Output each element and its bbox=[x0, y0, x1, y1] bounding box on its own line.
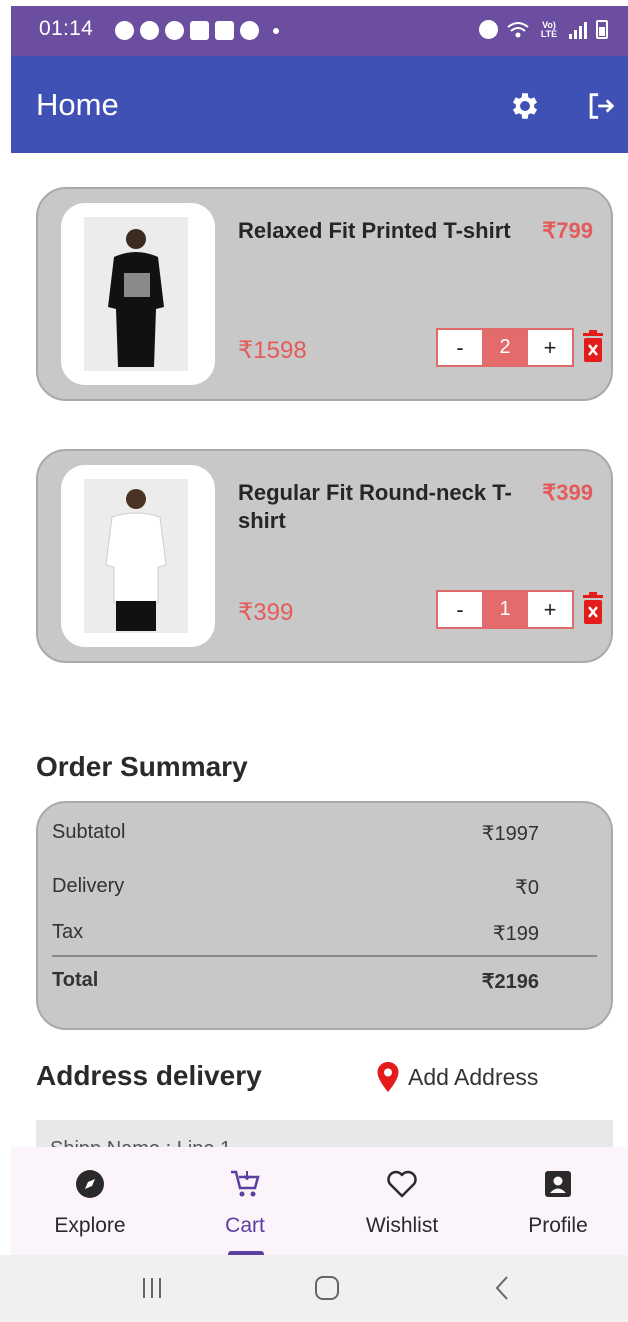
product-unit-price: ₹399 bbox=[542, 480, 593, 505]
signal-icon bbox=[569, 21, 587, 39]
home-button[interactable] bbox=[312, 1273, 342, 1303]
settings-button[interactable] bbox=[508, 89, 542, 123]
nav-label: Wishlist bbox=[365, 1214, 439, 1237]
add-address-label: Add Address bbox=[408, 1063, 539, 1090]
summary-total-row: Total ₹2196 bbox=[52, 969, 539, 994]
battery-icon bbox=[596, 20, 608, 39]
calculator-icon bbox=[215, 21, 234, 40]
messenger-icon bbox=[165, 21, 184, 40]
product-image[interactable] bbox=[61, 203, 215, 385]
nav-profile[interactable]: Profile bbox=[481, 1147, 628, 1255]
total-value: ₹2196 bbox=[481, 971, 539, 993]
location-pin-icon bbox=[377, 1062, 399, 1092]
nav-label: Cart bbox=[225, 1214, 265, 1237]
quantity-value: 1 bbox=[482, 592, 528, 627]
system-status-icons: Vo) LTE bbox=[479, 20, 608, 39]
u-app-icon bbox=[190, 21, 209, 40]
total-label: Total bbox=[52, 969, 99, 991]
lte-label: Vo) LTE bbox=[540, 19, 558, 39]
delete-button[interactable] bbox=[581, 591, 605, 627]
compass-icon bbox=[74, 1168, 106, 1200]
add-address-button[interactable]: Add Address bbox=[376, 1060, 538, 1094]
address-delivery-title: Address delivery bbox=[36, 1060, 262, 1091]
bottom-navigation: Explore Cart Wishlist Profile bbox=[11, 1147, 628, 1255]
product-unit-price: ₹799 bbox=[542, 218, 593, 243]
nav-explore[interactable]: Explore bbox=[13, 1147, 167, 1255]
page-title: Home bbox=[36, 87, 119, 122]
order-summary-title: Order Summary bbox=[36, 751, 248, 782]
cart-item: Regular Fit Round-neck T-shirt ₹399 ₹399… bbox=[36, 449, 613, 663]
product-name: Regular Fit Round-neck T-shirt bbox=[238, 480, 512, 533]
cart-item: Relaxed Fit Printed T-shirt ₹799 ₹1598 -… bbox=[36, 187, 613, 401]
recent-apps-icon bbox=[143, 1278, 161, 1298]
nav-wishlist[interactable]: Wishlist bbox=[325, 1147, 479, 1255]
whatsapp-icon bbox=[115, 21, 134, 40]
nav-label: Explore bbox=[54, 1214, 126, 1237]
summary-label: Delivery bbox=[52, 875, 125, 897]
settings-icon bbox=[512, 93, 538, 119]
summary-label: Subtatol bbox=[52, 821, 126, 843]
decrement-button[interactable]: - bbox=[438, 592, 482, 627]
cart-icon bbox=[229, 1168, 261, 1200]
increment-button[interactable]: + bbox=[528, 330, 572, 365]
back-button[interactable] bbox=[490, 1273, 514, 1303]
wifi-icon bbox=[507, 21, 529, 37]
notification-icons bbox=[115, 21, 279, 40]
alarm-icon bbox=[479, 20, 498, 39]
summary-value: ₹1997 bbox=[481, 823, 539, 845]
app-bar: Home bbox=[11, 56, 628, 153]
decrement-button[interactable]: - bbox=[438, 330, 482, 365]
logout-icon bbox=[589, 93, 615, 119]
summary-row: Tax ₹199 bbox=[52, 921, 539, 946]
nav-cart[interactable]: Cart bbox=[168, 1147, 322, 1255]
quantity-stepper: - 2 + bbox=[436, 328, 574, 367]
tiktok-icon bbox=[240, 21, 259, 40]
trash-icon bbox=[583, 330, 603, 362]
app-screen: 01:14 Vo) LTE Home Relaxed Fit Printed T… bbox=[0, 0, 628, 1322]
back-icon bbox=[495, 1276, 508, 1300]
quantity-value: 2 bbox=[482, 330, 528, 365]
order-summary-card: Subtatol ₹1997 Delivery ₹0 Tax ₹199 Tota… bbox=[36, 801, 613, 1030]
summary-row: Subtatol ₹1997 bbox=[52, 821, 539, 846]
summary-value: ₹0 bbox=[515, 877, 539, 899]
product-photo bbox=[84, 479, 188, 633]
logout-button[interactable] bbox=[584, 89, 618, 123]
system-navigation-bar bbox=[0, 1255, 628, 1322]
product-name: Relaxed Fit Printed T-shirt bbox=[238, 218, 511, 243]
summary-divider bbox=[52, 955, 597, 957]
home-icon bbox=[315, 1276, 339, 1300]
heart-icon bbox=[386, 1168, 418, 1200]
more-notifications-icon bbox=[273, 27, 279, 34]
tshirt-black-illustration bbox=[108, 229, 164, 367]
summary-row: Delivery ₹0 bbox=[52, 875, 539, 900]
game-icon bbox=[140, 21, 159, 40]
nav-label: Profile bbox=[528, 1214, 588, 1237]
increment-button[interactable]: + bbox=[528, 592, 572, 627]
profile-icon bbox=[542, 1168, 574, 1200]
delete-button[interactable] bbox=[581, 329, 605, 365]
quantity-stepper: - 1 + bbox=[436, 590, 574, 629]
status-time: 01:14 bbox=[39, 17, 94, 40]
trash-icon bbox=[583, 592, 603, 624]
tshirt-white-illustration bbox=[105, 489, 167, 631]
product-line-total: ₹1598 bbox=[238, 337, 307, 364]
recent-apps-button[interactable] bbox=[138, 1273, 166, 1303]
product-photo bbox=[84, 217, 188, 371]
summary-value: ₹199 bbox=[492, 923, 539, 945]
product-image[interactable] bbox=[61, 465, 215, 647]
product-line-total: ₹399 bbox=[238, 599, 294, 626]
summary-label: Tax bbox=[52, 921, 84, 943]
status-bar: 01:14 Vo) LTE bbox=[11, 6, 628, 56]
